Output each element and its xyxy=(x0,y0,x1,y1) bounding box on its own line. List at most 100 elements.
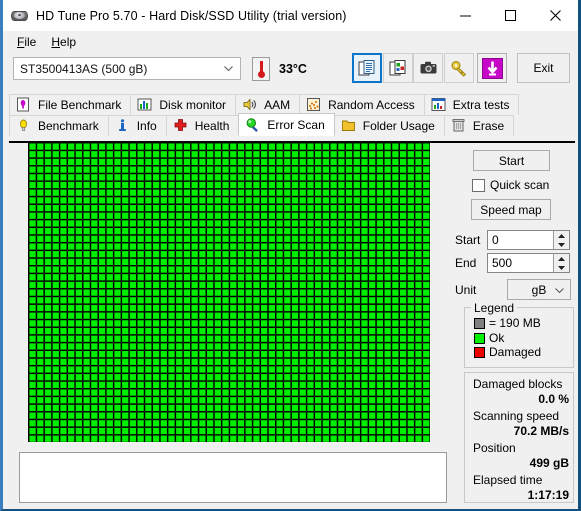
damaged-blocks-value: 0.0 % xyxy=(538,392,569,406)
elapsed-time-label: Elapsed time xyxy=(473,473,543,487)
legend-green-swatch xyxy=(474,332,485,344)
position-label: Position xyxy=(473,441,516,455)
bar-chart-icon xyxy=(137,97,154,113)
tab-benchmark[interactable]: Benchmark xyxy=(9,115,109,136)
key-icon[interactable] xyxy=(444,53,474,83)
tab-aam[interactable]: AAM xyxy=(235,94,301,115)
elapsed-time-value: 1:17:19 xyxy=(527,488,569,502)
file-benchmark-icon xyxy=(16,97,33,113)
legend-ok-label: Ok xyxy=(489,331,505,345)
legend-block-size: = 190 MB xyxy=(474,316,541,330)
tab-erase[interactable]: Erase xyxy=(443,115,515,136)
tab-error-scan[interactable]: Error Scan xyxy=(238,113,335,136)
drive-select-value: ST3500413AS (500 gB) xyxy=(20,61,148,76)
start-field-row: Start 0 xyxy=(455,230,570,250)
scanning-speed-label: Scanning speed xyxy=(473,409,560,423)
tab-info[interactable]: Info xyxy=(107,115,167,136)
menu-file[interactable]: File xyxy=(10,33,44,51)
legend-title: Legend xyxy=(471,301,518,315)
scan-log-box xyxy=(19,452,447,503)
magnifier-icon xyxy=(245,117,262,133)
trash-icon xyxy=(451,118,468,134)
temperature-value: 33°C xyxy=(279,62,307,76)
info-icon xyxy=(115,118,132,134)
speed-map-button[interactable]: Speed map xyxy=(471,199,551,220)
legend-damaged: Damaged xyxy=(474,345,541,359)
download-arrow-icon[interactable] xyxy=(477,53,507,83)
stepper-up-icon[interactable] xyxy=(554,231,569,240)
end-field-row: End 500 xyxy=(455,253,570,273)
hd-tune-pro-window: HD Tune Pro 5.70 - Hard Disk/SSD Utility… xyxy=(0,0,581,511)
speaker-icon xyxy=(242,97,259,113)
extra-tests-icon xyxy=(431,97,448,113)
start-button[interactable]: Start xyxy=(473,150,550,171)
minimize-icon[interactable] xyxy=(443,0,488,30)
unit-row: Unit gB xyxy=(455,279,571,300)
maximize-icon[interactable] xyxy=(488,0,533,30)
quick-scan-checkbox[interactable] xyxy=(472,178,485,192)
tab-row-1: File Benchmark Disk monitor AAM Random A… xyxy=(9,94,520,115)
chevron-down-icon xyxy=(224,66,233,71)
start-input-value: 0 xyxy=(492,233,499,247)
tab-label: Benchmark xyxy=(38,119,99,133)
tab-label: Error Scan xyxy=(267,117,325,132)
stepper-down-icon[interactable] xyxy=(554,240,569,249)
window-title: HD Tune Pro 5.70 - Hard Disk/SSD Utility… xyxy=(36,8,347,23)
tab-row-2: Benchmark Info Health Error Scan Folder … xyxy=(9,113,515,136)
tab-label: AAM xyxy=(264,98,291,112)
tab-label: Random Access xyxy=(328,98,415,112)
window-controls xyxy=(443,0,578,30)
tab-extra-tests[interactable]: Extra tests xyxy=(423,94,520,115)
scan-blocks xyxy=(28,142,430,442)
close-icon[interactable] xyxy=(533,0,578,30)
tab-file-benchmark[interactable]: File Benchmark xyxy=(9,94,132,115)
legend-ok: Ok xyxy=(474,331,504,345)
unit-select-value: gB xyxy=(531,282,547,297)
quick-scan-label: Quick scan xyxy=(490,178,550,192)
thermometer-icon xyxy=(252,57,270,81)
scatter-icon xyxy=(306,97,323,113)
end-field-label: End xyxy=(455,256,477,270)
unit-select[interactable]: gB xyxy=(507,279,571,300)
exit-button[interactable]: Exit xyxy=(517,53,570,83)
menu-help[interactable]: Help xyxy=(44,33,84,51)
tab-label: Health xyxy=(194,119,230,133)
tab-label: Erase xyxy=(472,119,505,133)
stepper-down-icon[interactable] xyxy=(554,263,569,272)
position-value: 499 gB xyxy=(529,456,569,470)
stepper-up-icon[interactable] xyxy=(554,254,569,263)
error-scan-grid[interactable] xyxy=(28,142,430,442)
legend-damaged-label: Damaged xyxy=(489,345,542,359)
unit-label: Unit xyxy=(455,282,477,297)
legend-gray-swatch xyxy=(474,317,485,329)
folder-icon xyxy=(341,118,358,134)
end-input-value: 500 xyxy=(492,256,513,270)
title-bar: HD Tune Pro 5.70 - Hard Disk/SSD Utility… xyxy=(3,0,578,31)
lightbulb-icon xyxy=(16,118,33,134)
legend-block-size-label: = 190 MB xyxy=(489,316,541,330)
damaged-blocks-label: Damaged blocks xyxy=(473,377,563,391)
end-stepper[interactable] xyxy=(553,254,569,272)
red-cross-icon xyxy=(173,118,190,134)
camera-icon[interactable] xyxy=(413,53,443,83)
tab-label: Folder Usage xyxy=(362,119,435,133)
end-input[interactable]: 500 xyxy=(487,253,570,273)
scanning-speed-value: 70.2 MB/s xyxy=(513,424,569,438)
drive-select[interactable]: ST3500413AS (500 gB) xyxy=(13,57,241,80)
start-stepper[interactable] xyxy=(553,231,569,249)
save-image-icon[interactable] xyxy=(383,53,413,83)
temperature-indicator: 33°C xyxy=(252,56,336,82)
menu-bar: File Help xyxy=(3,31,578,52)
tab-folder-usage[interactable]: Folder Usage xyxy=(333,115,445,136)
quick-scan-checkbox-row[interactable]: Quick scan xyxy=(472,178,549,192)
tab-disk-monitor[interactable]: Disk monitor xyxy=(130,94,237,115)
tab-label: Extra tests xyxy=(452,98,510,112)
tab-random-access[interactable]: Random Access xyxy=(299,94,425,115)
tab-label: File Benchmark xyxy=(38,98,122,112)
copy-pages-icon[interactable] xyxy=(352,53,382,83)
chevron-down-icon xyxy=(555,288,564,293)
start-input[interactable]: 0 xyxy=(487,230,570,250)
legend-red-swatch xyxy=(474,346,485,358)
tab-label: Info xyxy=(136,119,157,133)
tab-health[interactable]: Health xyxy=(165,115,240,136)
